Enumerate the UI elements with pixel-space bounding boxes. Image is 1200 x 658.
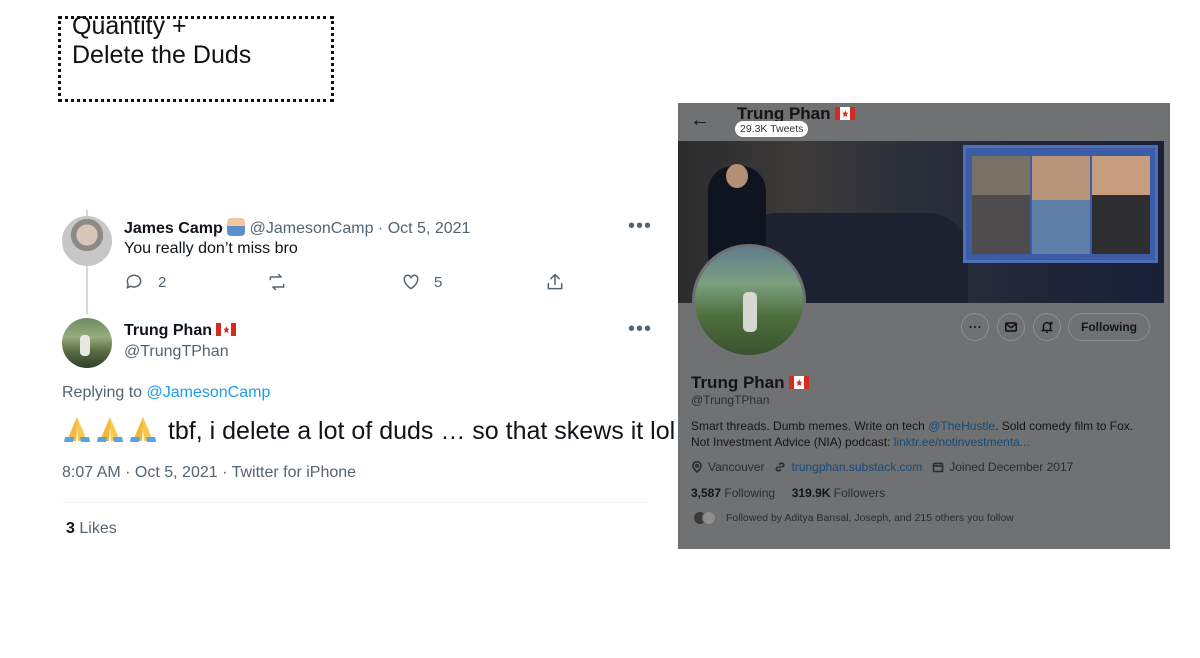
more-options-button[interactable] (961, 313, 989, 341)
tweet-count: 29.3K Tweets (735, 121, 809, 137)
message-button[interactable] (997, 313, 1025, 341)
back-arrow-icon[interactable]: ← (690, 109, 710, 132)
website-item[interactable]: trungphan.substack.com (774, 460, 922, 474)
bio-link[interactable]: linktr.ee/notinvestmenta... (894, 435, 1030, 449)
joined-item: Joined December 2017 (932, 460, 1073, 474)
followers-label: Followers (833, 486, 886, 500)
main-tweet-meta[interactable]: 8:07 AM · Oct 5, 2021 · Twitter for iPho… (62, 464, 356, 482)
like-count: 5 (434, 273, 443, 291)
reply-tweet-header: James Camp @JamesonCamp · Oct 5, 2021 (124, 218, 470, 239)
main-more-icon[interactable]: ••• (628, 318, 652, 341)
followed-by-text: Followed by Aditya Bansal, Joseph, and 2… (726, 512, 1014, 524)
likes-count: 3 (66, 520, 75, 537)
followers-count: 319.9K (791, 486, 831, 500)
banner-guest-2 (1032, 156, 1090, 254)
reply-count: 2 (158, 273, 167, 291)
main-tweet-text: tbf, i delete a lot of duds … so that sk… (167, 417, 676, 445)
replying-to: Replying to @JamesonCamp (62, 384, 270, 402)
profile-meta: Vancouver trungphan.substack.com Joined … (691, 460, 1083, 474)
retweet-icon (269, 273, 285, 291)
main-author-name[interactable]: Trung Phan (124, 322, 212, 339)
profile-name-row: Trung Phan (691, 373, 810, 393)
reply-author-handle[interactable]: @JamesonCamp (250, 220, 374, 237)
mini-avatar (702, 511, 716, 525)
profile-handle: @TrungTPhan (691, 393, 770, 407)
followers-stat[interactable]: 319.9K Followers (792, 486, 885, 500)
profile-stats: 3,587 Following 319.9K Followers (691, 486, 885, 500)
profile-screenshot: ← Trung Phan 29.3K Tweets Following Trun… (678, 103, 1170, 549)
technologist-emoji-icon (227, 218, 246, 236)
reply-comment-action[interactable]: 2 (124, 272, 166, 292)
avatar-trung-phan[interactable] (62, 318, 112, 368)
slide-title-line2: Delete the Duds (72, 41, 252, 69)
share-action[interactable] (545, 272, 565, 292)
main-tweet-header: Trung Phan (124, 321, 237, 341)
retweet-action[interactable] (267, 272, 287, 292)
reply-more-icon[interactable]: ••• (628, 215, 652, 238)
mail-icon (1004, 322, 1018, 332)
bio-mention-link[interactable]: @TheHustle (928, 419, 995, 433)
replying-to-link[interactable]: @JamesonCamp (147, 384, 271, 401)
comment-icon (126, 274, 142, 289)
canada-flag-icon (835, 107, 856, 120)
reply-date[interactable]: · Oct 5, 2021 (378, 220, 471, 237)
folded-hands-icon (97, 417, 123, 442)
divider (62, 502, 648, 503)
replying-prefix: Replying to (62, 384, 143, 401)
more-icon (969, 325, 981, 329)
location-text: Vancouver (708, 460, 765, 474)
slide-title-line1: Quantity + (72, 12, 187, 40)
followed-by[interactable]: Followed by Aditya Bansal, Joseph, and 2… (693, 511, 1014, 525)
likes-label: Likes (79, 520, 117, 537)
profile-avatar[interactable] (692, 244, 806, 358)
location-icon (692, 461, 702, 473)
folded-hands-icon (64, 417, 90, 442)
following-stat[interactable]: 3,587 Following (691, 486, 775, 500)
bio-line1-suffix: . Sold comedy film to Fox. (995, 419, 1134, 433)
location-item: Vancouver (691, 460, 764, 474)
joined-text: Joined December 2017 (949, 460, 1074, 474)
website-link[interactable]: trungphan.substack.com (791, 460, 922, 474)
bio-line2-prefix: Not Investment Advice (NIA) podcast: (691, 435, 891, 449)
bio-line1-prefix: Smart threads. Dumb memes. Write on tech (691, 419, 925, 433)
profile-name: Trung Phan (691, 373, 785, 392)
likes-summary[interactable]: 3 Likes (66, 520, 117, 538)
banner-screen (963, 145, 1158, 263)
notifications-button[interactable] (1033, 313, 1061, 341)
folded-hands-icon (130, 417, 156, 442)
main-author-handle[interactable]: @TrungTPhan (124, 342, 229, 362)
heart-icon (403, 274, 419, 290)
profile-header: ← Trung Phan 29.3K Tweets (678, 103, 1170, 141)
slide-title: Quantity + Delete the Duds (72, 12, 251, 70)
banner-guest-1 (972, 156, 1030, 254)
like-action[interactable]: 5 (401, 272, 442, 292)
calendar-icon (932, 462, 944, 473)
profile-bio: Smart threads. Dumb memes. Write on tech… (691, 418, 1133, 450)
canada-flag-icon (216, 323, 237, 336)
avatar-james-camp[interactable] (62, 216, 112, 266)
bell-plus-icon (1040, 321, 1054, 334)
reply-author-name[interactable]: James Camp (124, 220, 223, 237)
following-button[interactable]: Following (1068, 313, 1150, 341)
banner-guest-3 (1092, 156, 1150, 254)
following-label: Following (724, 486, 776, 500)
canada-flag-icon (789, 376, 810, 389)
following-count: 3,587 (691, 486, 722, 500)
reply-tweet-text: You really don’t miss bro (124, 240, 298, 257)
link-icon (776, 462, 785, 472)
share-icon (547, 273, 563, 290)
main-tweet-text-row: tbf, i delete a lot of duds … so that sk… (62, 415, 675, 447)
